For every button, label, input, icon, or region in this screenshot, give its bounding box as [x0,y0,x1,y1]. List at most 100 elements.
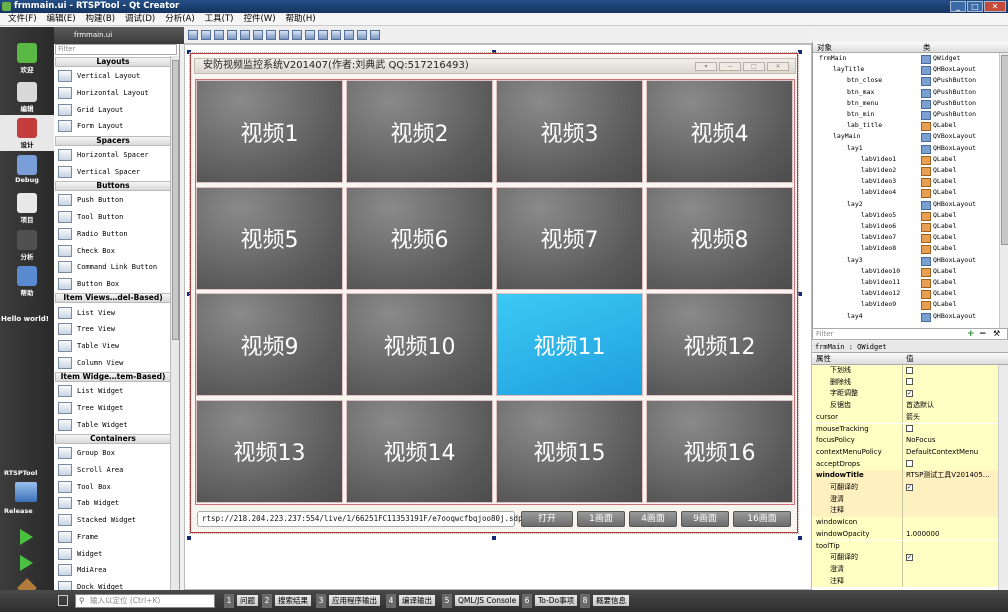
video-cell[interactable]: 视频14 [346,399,493,503]
widget-item[interactable]: Vertical Layout [55,68,171,85]
property-row[interactable]: toolTip [812,540,998,553]
four-screen-button[interactable]: 4画面 [629,511,677,527]
property-value[interactable] [902,505,998,518]
widget-item[interactable]: Tree Widget [55,400,171,417]
property-row[interactable]: 下划线 [812,365,998,377]
debug-run-icon[interactable] [20,555,33,571]
rtsp-url-input[interactable]: rtsp://218.204.223.237:554/live/1/66251F… [197,511,523,527]
form-tool-icon[interactable] [188,30,198,40]
video-cell[interactable]: 视频8 [646,186,793,290]
object-row[interactable]: labVideo5 QLabel [813,210,999,221]
widget-item[interactable]: Check Box [55,242,171,259]
wrench-icon[interactable]: ⚒ [993,329,1000,339]
menu-button[interactable]: ▾ [695,62,717,71]
property-row[interactable]: cursor 箭头 [812,411,998,424]
selection-handle[interactable] [187,536,191,540]
property-value[interactable] [902,517,998,529]
menu-item[interactable]: 编辑(E) [42,13,81,25]
locator-input[interactable]: ⚲ 输入以定位 (Ctrl+K) [75,594,215,608]
widget-category[interactable]: Spacers [55,135,171,146]
widget-filter-input[interactable]: Filter [55,44,177,55]
object-row[interactable]: lay2 QHBoxLayout [813,199,999,210]
property-value[interactable]: 首选默认 [902,400,998,412]
widget-item[interactable]: Tool Box [55,478,171,495]
widget-item[interactable]: Group Box [55,445,171,462]
object-row[interactable]: labVideo2 QLabel [813,165,999,176]
widget-item[interactable]: Column View [55,354,171,371]
maximize-icon[interactable]: □ [967,1,983,12]
object-inspector-scrollbar[interactable] [999,53,1008,328]
form-tool-icon[interactable] [240,30,250,40]
property-row[interactable]: windowOpacity 1.000000 [812,528,998,541]
widget-category[interactable]: Item Views…del-Based) [55,293,171,304]
checkbox[interactable]: ✓ [906,483,913,491]
widget-item[interactable]: Radio Button [55,226,171,243]
property-value[interactable] [902,376,998,389]
video-cell[interactable]: 视频16 [646,399,793,503]
property-value[interactable] [902,493,998,506]
property-row[interactable]: acceptDrops [812,458,998,471]
video-cell[interactable]: 视频10 [346,293,493,396]
run-icon[interactable] [20,529,33,545]
object-row[interactable]: btn_max QPushButton [813,87,999,98]
selection-handle[interactable] [492,536,496,540]
widget-item[interactable]: List Widget [55,383,171,400]
form-tool-icon[interactable] [344,30,354,40]
output-pane-tab[interactable]: 3 应用程序输出 [316,594,380,608]
object-row[interactable]: labVideo11 QLabel [813,277,999,288]
property-value[interactable]: DefaultContextMenu [902,446,998,459]
widget-item[interactable]: MdiArea [55,562,171,579]
widget-item[interactable]: Tree View [55,321,171,338]
form-tool-icon[interactable] [279,30,289,40]
property-row[interactable]: 反锯齿 首选默认 [812,400,998,412]
video-cell[interactable]: 视频4 [646,80,793,183]
mode-design[interactable]: 设计 [0,115,54,151]
object-row[interactable]: labVideo9 QLabel [813,299,999,311]
property-value[interactable] [902,458,998,471]
output-pane-tab[interactable]: 1 问题 [224,594,258,608]
sixteen-screen-button[interactable]: 16画面 [733,511,791,527]
object-row[interactable]: labVideo3 QLabel [813,176,999,188]
property-value[interactable]: NoFocus [902,435,998,447]
output-pane-tab[interactable]: 5 QML/JS Console [442,594,520,608]
checkbox[interactable] [906,425,913,432]
property-row[interactable]: windowIcon [812,517,998,529]
video-cell[interactable]: 视频15 [496,399,643,503]
form-tool-icon[interactable] [318,30,328,40]
mode-project[interactable]: 项目 [0,190,54,226]
video-cell[interactable]: 视频6 [346,186,493,290]
video-cell[interactable]: 视频5 [196,186,343,290]
output-pane-tab[interactable]: 8 概要信息 [580,594,629,608]
mode-analyze[interactable]: 分析 [0,227,54,263]
widget-item[interactable]: Grid Layout [55,101,171,118]
output-pane-tab[interactable]: 6 To-Do事项 [522,594,578,608]
object-row[interactable]: btn_min QPushButton [813,109,999,120]
editor-file-tab[interactable]: frmmain.ui [54,27,184,44]
property-value[interactable]: RTSP测试工具V201405… [902,470,998,482]
menu-item[interactable]: 分析(A) [160,13,199,25]
widget-category[interactable]: Containers [55,434,171,445]
property-row[interactable]: 澄清 [812,493,998,506]
computer-icon[interactable] [15,482,37,502]
widget-item[interactable]: Frame [55,529,171,546]
menu-item[interactable]: 调试(D) [120,13,160,25]
video-cell[interactable]: 视频11 [496,293,643,396]
widget-item[interactable]: Widget [55,545,171,562]
property-editor-scrollbar[interactable] [998,365,1008,590]
form-tool-icon[interactable] [305,30,315,40]
property-value[interactable] [902,423,998,436]
output-pane-tab[interactable]: 4 编译输出 [386,594,435,608]
widget-item[interactable]: Push Button [55,192,171,209]
widget-category[interactable]: Buttons [55,181,171,192]
property-value[interactable]: ✓ [902,388,998,401]
mode-help[interactable]: 帮助 [0,263,54,299]
widget-item[interactable]: Vertical Spacer [55,163,171,180]
mode-debug[interactable]: Debug [0,152,54,188]
object-row[interactable]: btn_close QPushButton [813,75,999,87]
video-cell[interactable]: 视频2 [346,80,493,183]
widget-item[interactable]: Horizontal Layout [55,85,171,102]
minimize-icon[interactable]: _ [950,1,966,12]
property-row[interactable]: 删除线 [812,376,998,389]
property-value[interactable]: 1.000000 [902,528,998,541]
property-row[interactable]: mouseTracking [812,423,998,436]
